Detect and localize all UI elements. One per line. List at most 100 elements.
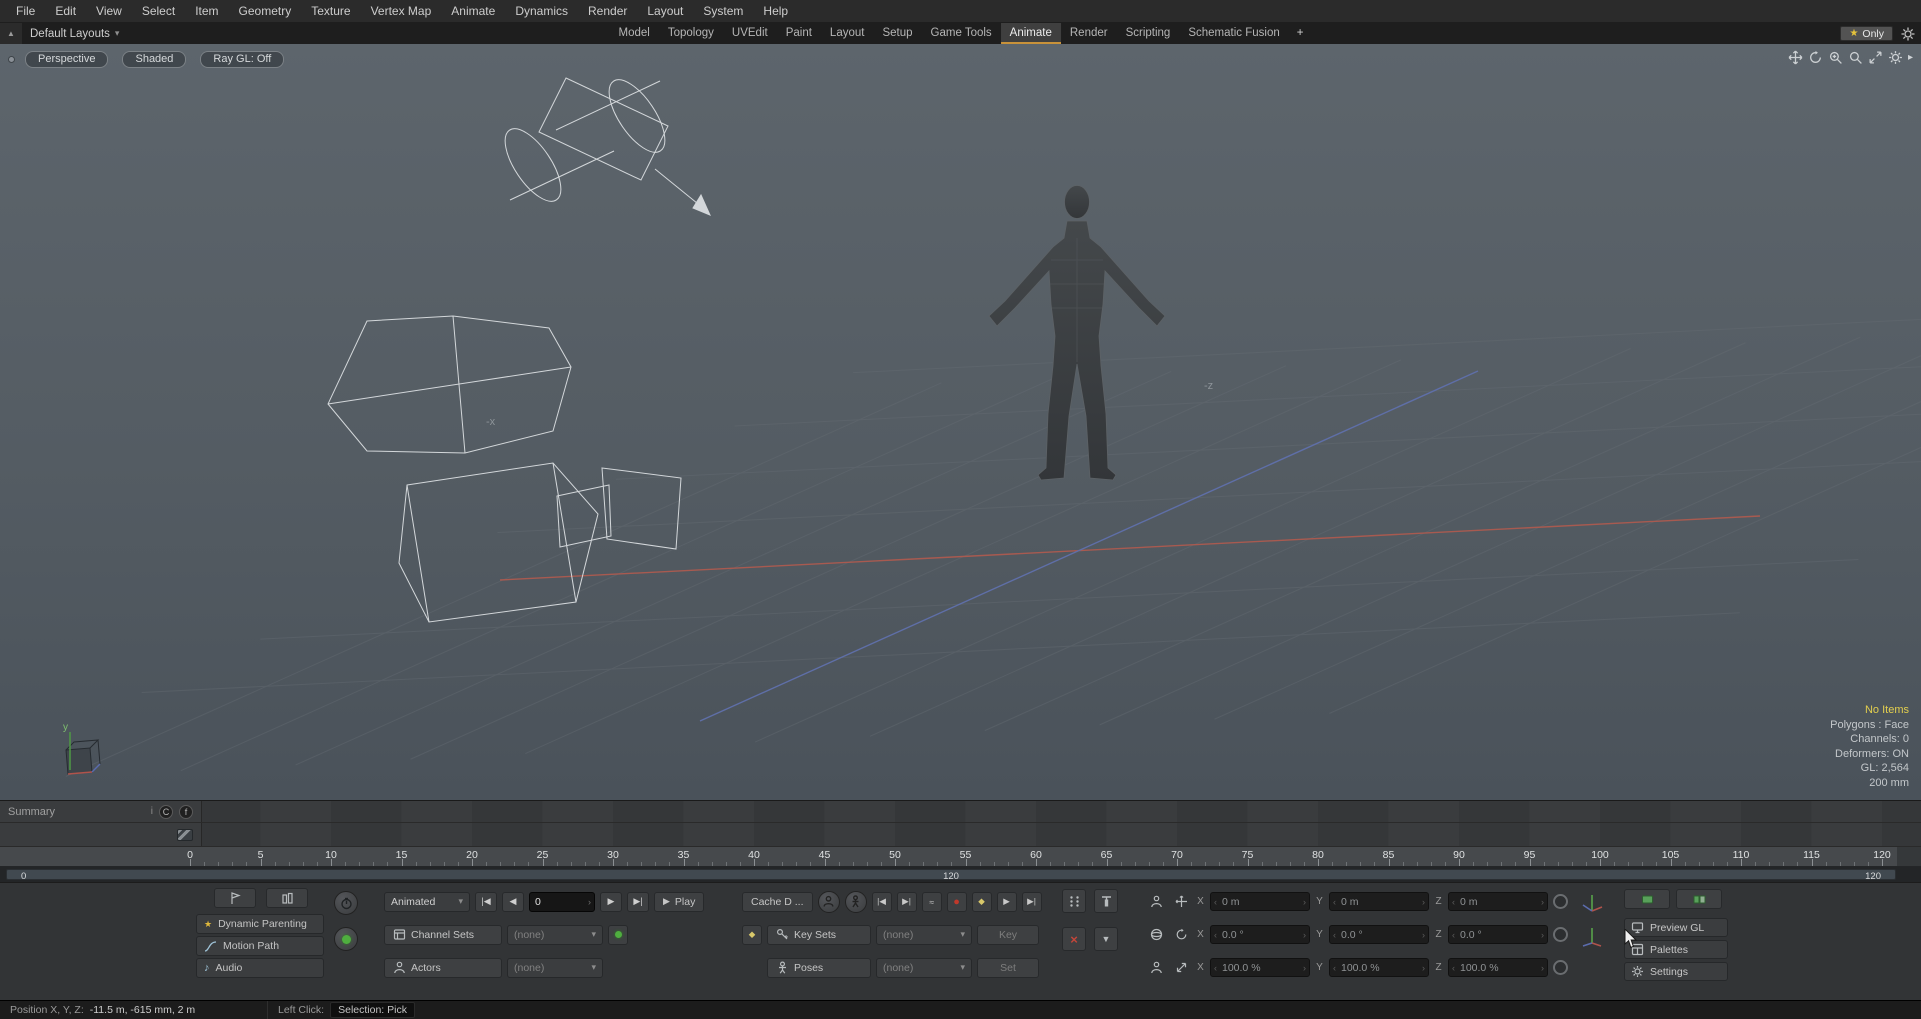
position-x-field[interactable]: ‹0 m› — [1210, 892, 1310, 911]
animation-curve-button[interactable]: ≈ — [922, 892, 942, 912]
add-tab-button[interactable]: + — [1289, 23, 1312, 44]
menu-select[interactable]: Select — [132, 0, 185, 23]
key-sets-button[interactable]: Key Sets — [767, 925, 871, 945]
home-layout-icon[interactable]: ▲ — [0, 23, 22, 44]
pan-icon[interactable] — [1788, 50, 1803, 65]
menu-edit[interactable]: Edit — [45, 0, 86, 23]
preview-gl-button[interactable]: Preview GL — [1624, 918, 1728, 937]
timeline-track-area[interactable] — [202, 801, 1921, 822]
rotation-item-icon[interactable] — [1146, 925, 1166, 945]
position-y-field[interactable]: ‹0 m› — [1329, 892, 1429, 911]
menu-vertex-map[interactable]: Vertex Map — [361, 0, 442, 23]
reset-rotation-button[interactable] — [1553, 927, 1568, 942]
light-item-wireframe[interactable] — [495, 71, 710, 215]
channel-sets-dropdown[interactable]: (none) ▾ — [507, 925, 603, 945]
tab-paint[interactable]: Paint — [777, 23, 821, 44]
poses-button[interactable]: Poses — [767, 958, 871, 978]
current-frame-field[interactable]: › — [529, 892, 595, 912]
auto-key-toggle[interactable] — [334, 927, 358, 951]
track-channels-button[interactable]: C — [159, 805, 173, 819]
rotation-y-field[interactable]: ‹0.0 °› — [1329, 925, 1429, 944]
next-marker-button[interactable]: ▶ — [997, 892, 1017, 912]
menu-item[interactable]: Item — [185, 0, 228, 23]
scale-tool-icon[interactable] — [1171, 958, 1191, 978]
reset-position-button[interactable] — [1553, 894, 1568, 909]
default-layouts-dropdown[interactable]: Default Layouts ▾ — [30, 28, 119, 40]
viewport-expand-icon[interactable]: ▸ — [1908, 52, 1913, 63]
actors-dropdown[interactable]: (none) ▾ — [507, 958, 603, 978]
menu-view[interactable]: View — [86, 0, 132, 23]
menu-geometry[interactable]: Geometry — [229, 0, 302, 23]
slate-icon[interactable] — [177, 829, 193, 841]
rotation-x-field[interactable]: ‹0.0 °› — [1210, 925, 1310, 944]
tab-render[interactable]: Render — [1061, 23, 1117, 44]
shading-mode-button[interactable]: Shaded — [122, 51, 186, 68]
next-key-button[interactable]: ▶| — [897, 892, 917, 912]
dual-monitor-toggle[interactable] — [1676, 889, 1722, 909]
scale-item-icon[interactable] — [1146, 958, 1166, 978]
tab-model[interactable]: Model — [610, 23, 659, 44]
position-z-field[interactable]: ‹0 m› — [1448, 892, 1548, 911]
last-marker-button[interactable]: ▶| — [1022, 892, 1042, 912]
menu-layout[interactable]: Layout — [637, 0, 693, 23]
go-to-start-button[interactable]: |◀ — [475, 892, 497, 912]
actor-pose-button[interactable] — [845, 891, 867, 913]
tab-schematic-fusion[interactable]: Schematic Fusion — [1179, 23, 1288, 44]
play-button[interactable]: ▶ Play — [654, 892, 704, 912]
scale-z-field[interactable]: ‹100.0 %› — [1448, 958, 1548, 977]
menu-render[interactable]: Render — [578, 0, 637, 23]
zoom-icon[interactable] — [1828, 50, 1843, 65]
track-tool-button-a[interactable] — [214, 888, 256, 908]
actors-button[interactable]: Actors — [384, 958, 502, 978]
previous-key-button[interactable]: |◀ — [872, 892, 892, 912]
reset-scale-button[interactable] — [1553, 960, 1568, 975]
magnify-icon[interactable] — [1848, 50, 1863, 65]
maximize-icon[interactable] — [1868, 50, 1883, 65]
key-options-button[interactable]: ◆ — [742, 925, 762, 945]
menu-file[interactable]: File — [6, 0, 45, 23]
character-badge-button[interactable] — [334, 891, 358, 915]
menu-animate[interactable]: Animate — [441, 0, 505, 23]
step-back-button[interactable]: ◀ — [502, 892, 524, 912]
poses-dropdown[interactable]: (none) ▾ — [876, 958, 972, 978]
dope-sheet-button[interactable] — [1062, 889, 1086, 913]
current-frame-input[interactable] — [530, 896, 585, 908]
channel-set-enable-button[interactable] — [608, 925, 628, 945]
camera-item-wireframe[interactable] — [328, 316, 681, 622]
track-filter-button[interactable]: f — [179, 805, 193, 819]
ray-gl-button[interactable]: Ray GL: Off — [200, 51, 284, 68]
favorites-only-toggle[interactable]: ★ Only — [1840, 26, 1893, 41]
frame-spinner-icon[interactable]: › — [585, 897, 594, 907]
tab-game-tools[interactable]: Game Tools — [922, 23, 1001, 44]
record-button[interactable]: ● — [947, 892, 967, 912]
time-range-scrollbar[interactable]: 0 120 120 — [6, 869, 1896, 880]
settings-button[interactable]: Settings — [1624, 962, 1728, 981]
gl-preview-toggle[interactable] — [1624, 889, 1670, 909]
rotate-tool-icon[interactable] — [1171, 925, 1191, 945]
go-to-end-button[interactable]: ▶| — [627, 892, 649, 912]
tab-animate[interactable]: Animate — [1001, 23, 1061, 44]
menu-system[interactable]: System — [693, 0, 753, 23]
key-button[interactable]: Key — [977, 925, 1039, 945]
gear-icon[interactable] — [1901, 27, 1915, 41]
rotation-z-field[interactable]: ‹0.0 °› — [1448, 925, 1548, 944]
track-tool-button-b[interactable] — [266, 888, 308, 908]
character-mesh[interactable] — [989, 186, 1165, 481]
timeline-keyframe-area[interactable] — [202, 823, 1921, 846]
step-forward-button[interactable]: ▶ — [600, 892, 622, 912]
timeline-ruler[interactable]: 0510152025303540455055606570758085909510… — [0, 847, 1921, 867]
track-view-button[interactable] — [1094, 889, 1118, 913]
tab-scripting[interactable]: Scripting — [1117, 23, 1180, 44]
playback-mode-dropdown[interactable]: Animated ▾ — [384, 892, 470, 912]
palettes-button[interactable]: Palettes — [1624, 940, 1728, 959]
tab-layout[interactable]: Layout — [821, 23, 874, 44]
tab-setup[interactable]: Setup — [873, 23, 921, 44]
audio-button[interactable]: ♪ Audio — [196, 958, 324, 978]
menu-help[interactable]: Help — [753, 0, 798, 23]
viewport-thumb-icon[interactable] — [8, 56, 15, 63]
viewport-gear-icon[interactable] — [1888, 50, 1903, 65]
motion-path-button[interactable]: Motion Path — [196, 936, 324, 956]
delete-key-button[interactable]: × — [1062, 927, 1086, 951]
axis-lock-button[interactable] — [1580, 925, 1604, 949]
orbit-icon[interactable] — [1808, 50, 1823, 65]
